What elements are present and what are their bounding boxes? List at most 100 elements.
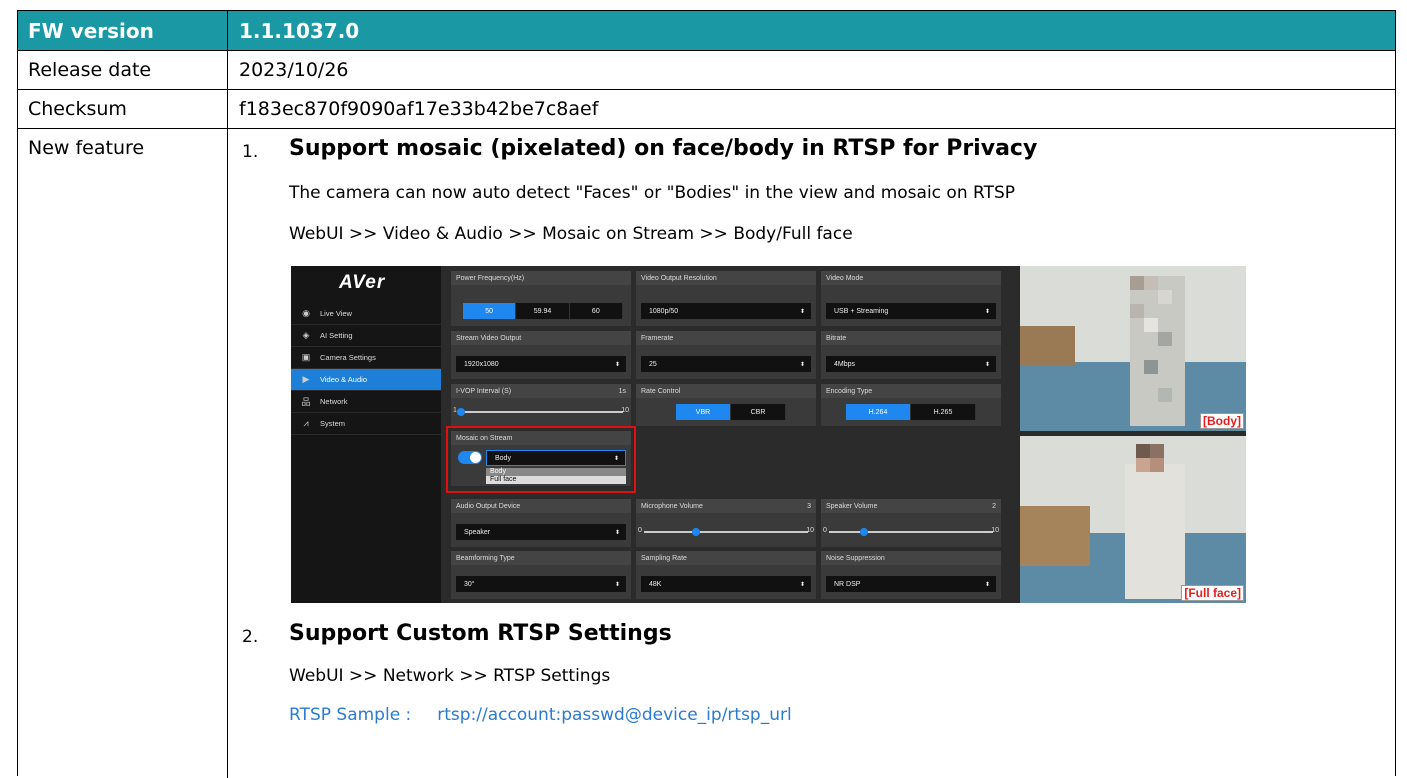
option-vbr[interactable]: VBR	[676, 404, 731, 420]
microphone-volume-panel: Microphone Volume 3 0 10	[636, 499, 816, 547]
item-path: WebUI >> Video & Audio >> Mosaic on Stre…	[289, 224, 853, 244]
framerate-select[interactable]: 25 ⬍	[641, 356, 811, 372]
nav-label: System	[320, 419, 346, 428]
panel-title: Stream Video Output	[451, 331, 631, 345]
nav-camera-settings[interactable]: ▣ Camera Settings	[291, 347, 441, 369]
nav-live-view[interactable]: ◉ Live View	[291, 303, 441, 325]
panel-title: Rate Control	[636, 384, 816, 398]
noise-suppression-select[interactable]: NR DSP ⬍	[826, 576, 996, 592]
panel-title-text: Speaker Volume	[826, 502, 878, 510]
mosaic-pixel	[1158, 332, 1172, 346]
item-number: 2.	[242, 627, 259, 647]
caret-icon: ⬍	[614, 529, 620, 536]
slider-knob[interactable]	[692, 528, 700, 536]
body-mosaic-photo: [Body]	[1020, 266, 1246, 431]
option-h265[interactable]: H.265	[911, 404, 976, 420]
slider-knob[interactable]	[860, 528, 868, 536]
aver-logo: AVer	[339, 272, 386, 293]
option-60[interactable]: 60	[569, 303, 623, 319]
nav-label: Video & Audio	[320, 375, 367, 384]
item-title: Support Custom RTSP Settings	[289, 621, 672, 646]
mosaic-pixel	[1158, 290, 1172, 304]
select-value: 1920x1080	[464, 360, 499, 368]
option-h264[interactable]: H.264	[846, 404, 911, 420]
sampling-rate-select[interactable]: 48K ⬍	[641, 576, 811, 592]
nav-label: AI Setting	[320, 331, 353, 340]
panel-title-text: Microphone Volume	[641, 502, 703, 510]
checksum-value: f183ec870f9090af17e33b42be7c8aef	[239, 98, 599, 120]
select-value: NR DSP	[834, 580, 861, 588]
noise-suppression-panel: Noise Suppression NR DSP ⬍	[821, 551, 1001, 599]
slider-knob[interactable]	[457, 408, 465, 416]
rtsp-sample-line: RTSP Sample : rtsp://account:passwd@devic…	[289, 705, 792, 725]
rate-control-segment[interactable]: VBR CBR	[676, 404, 786, 420]
caret-icon: ⬍	[984, 308, 990, 315]
panel-title: Beamforming Type	[451, 551, 631, 565]
checksum-label: Checksum	[18, 90, 228, 128]
slider-track	[829, 531, 993, 533]
select-value: 48K	[649, 580, 662, 588]
slider-track	[644, 531, 808, 533]
option-59-94[interactable]: 59.94	[516, 303, 570, 319]
nav-label: Live View	[320, 309, 352, 318]
photo-furniture	[1020, 506, 1090, 566]
video-output-resolution-select[interactable]: 1080p/50 ⬍	[641, 303, 811, 319]
beamforming-type-select[interactable]: 30° ⬍	[456, 576, 626, 592]
encoding-type-panel: Encoding Type H.264 H.265	[821, 384, 1001, 426]
rtsp-sample-label: RTSP Sample :	[289, 705, 412, 725]
mosaic-pixel	[1136, 444, 1150, 458]
item-number: 1.	[242, 142, 259, 162]
panel-title-text: I-VOP Interval (S)	[456, 387, 512, 395]
rtsp-sample-url: rtsp://account:passwd@device_ip/rtsp_url	[437, 705, 792, 725]
panel-title: Noise Suppression	[821, 551, 1001, 565]
caret-icon: ⬍	[799, 581, 805, 588]
beamforming-type-panel: Beamforming Type 30° ⬍	[451, 551, 631, 599]
nav-video-audio[interactable]: ▶ Video & Audio	[291, 369, 441, 391]
panel-title: Video Mode	[821, 271, 1001, 285]
release-date-row: Release date 2023/10/26	[18, 51, 1395, 90]
nav-network[interactable]: 品 Network	[291, 391, 441, 413]
ivop-interval-slider[interactable]: 1 10	[453, 404, 629, 420]
select-value: 30°	[464, 580, 475, 588]
mosaic-pixel	[1144, 276, 1158, 290]
encoding-type-segment[interactable]: H.264 H.265	[846, 404, 976, 420]
mosaic-pixel	[1144, 360, 1158, 374]
rate-control-panel: Rate Control VBR CBR	[636, 384, 816, 426]
panel-value: 3	[807, 502, 811, 510]
release-date-value: 2023/10/26	[239, 59, 349, 81]
microphone-volume-slider[interactable]: 0 10	[638, 524, 814, 540]
option-cbr[interactable]: CBR	[731, 404, 786, 420]
panel-title: Power Frequency(Hz)	[451, 271, 631, 285]
slider-track	[459, 411, 623, 413]
speaker-volume-slider[interactable]: 0 10	[823, 524, 999, 540]
audio-output-device-panel: Audio Output Device Speaker ⬍	[451, 499, 631, 547]
nav-ai-setting[interactable]: ◈ AI Setting	[291, 325, 441, 347]
speaker-volume-panel: Speaker Volume 2 0 10	[821, 499, 1001, 547]
highlight-box	[446, 426, 636, 493]
caret-icon: ⬍	[799, 308, 805, 315]
select-value: 25	[649, 360, 657, 368]
caret-icon: ⬍	[984, 361, 990, 368]
mosaic-pixel	[1150, 458, 1164, 472]
webui-screenshot: AVer ◉ Live View ◈ AI Setting ▣ Camera Sett…	[291, 266, 1246, 603]
nav-system[interactable]: ⩘ System	[291, 413, 441, 435]
video-mode-panel: Video Mode USB + Streaming ⬍	[821, 271, 1001, 326]
checksum-row: Checksum f183ec870f9090af17e33b42be7c8ae…	[18, 90, 1395, 129]
mosaic-pixel	[1130, 304, 1144, 318]
caret-icon: ⬍	[614, 581, 620, 588]
option-50[interactable]: 50	[463, 303, 517, 319]
power-frequency-segment[interactable]: 50 59.94 60	[463, 303, 623, 319]
mosaic-pixel	[1136, 458, 1150, 472]
panel-title: Audio Output Device	[451, 499, 631, 513]
webui-sidebar: AVer ◉ Live View ◈ AI Setting ▣ Camera Sett…	[291, 266, 441, 603]
mosaic-pixel	[1158, 388, 1172, 402]
stream-video-output-select[interactable]: 1920x1080 ⬍	[456, 356, 626, 372]
eye-icon: ◉	[302, 308, 310, 318]
audio-output-device-select[interactable]: Speaker ⬍	[456, 524, 626, 540]
mosaic-pixel	[1130, 276, 1144, 290]
panel-title: Sampling Rate	[636, 551, 816, 565]
bitrate-select[interactable]: 4Mbps ⬍	[826, 356, 996, 372]
video-mode-select[interactable]: USB + Streaming ⬍	[826, 303, 996, 319]
fw-version-label: FW version	[18, 11, 228, 50]
nav-label: Camera Settings	[320, 353, 376, 362]
